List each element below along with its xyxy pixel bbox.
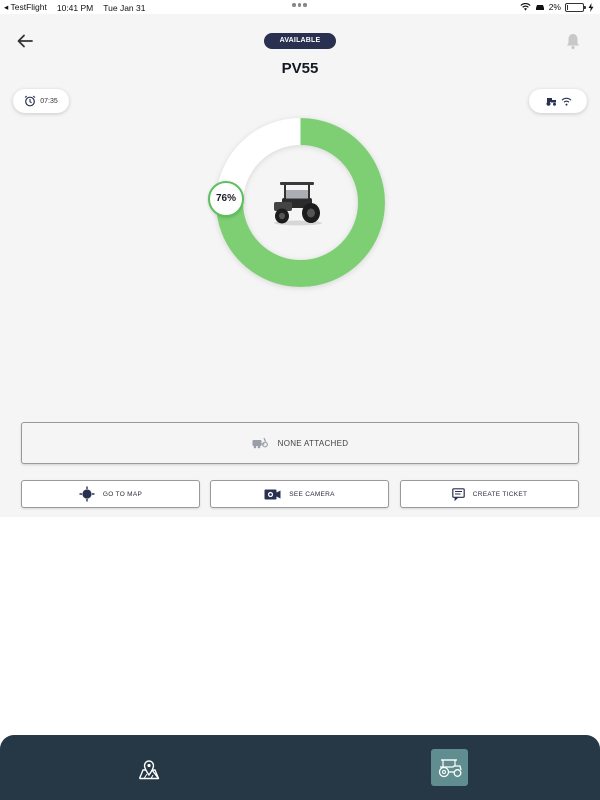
go-to-map-button[interactable]: GO TO MAP (21, 480, 200, 508)
go-to-map-label: GO TO MAP (102, 490, 143, 498)
alarm-clock-icon (24, 95, 36, 107)
multitask-dots-icon[interactable] (292, 3, 307, 7)
bottom-navigation (0, 735, 600, 800)
nav-map-tab[interactable] (137, 757, 161, 781)
battery-fill (567, 4, 568, 10)
timer-chip[interactable]: 07:35 (13, 89, 69, 113)
map-pin-icon (138, 760, 160, 780)
charging-bolt-icon (588, 2, 594, 12)
status-badge: AVAILABLE (264, 33, 336, 49)
vehicle-name: PV55 (281, 60, 319, 77)
vehicle-detail-panel: AVAILABLE PV55 07:35 76% NONE ATTACHED G… (0, 14, 600, 517)
implement-icon (252, 437, 268, 449)
tractor-icon (546, 97, 556, 106)
status-date: Tue Jan 31 (103, 2, 146, 13)
connection-chip[interactable] (529, 89, 587, 113)
nav-fleet-tab[interactable] (431, 749, 468, 786)
implement-attachment-button[interactable]: NONE ATTACHED (21, 422, 579, 464)
battery-icon (565, 2, 586, 12)
create-ticket-label: CREATE TICKET (472, 490, 528, 498)
crosshair-icon (79, 486, 95, 502)
status-time: 10:41 PM (56, 2, 94, 13)
timer-value: 07:35 (40, 97, 58, 105)
wifi-status-icon (520, 3, 531, 11)
notifications-button[interactable] (565, 32, 581, 50)
camera-icon (264, 489, 281, 499)
status-bar: ◂ TestFlight 10:41 PM Tue Jan 31 2% (0, 0, 600, 14)
create-ticket-button[interactable]: CREATE TICKET (400, 480, 579, 508)
see-camera-button[interactable]: SEE CAMERA (210, 480, 389, 508)
car-status-icon (535, 5, 544, 10)
battery-percent: 2% (548, 2, 561, 12)
ticket-icon (451, 487, 465, 501)
implement-label: NONE ATTACHED (277, 438, 349, 448)
bell-icon (567, 34, 579, 50)
tractor-icon (438, 758, 462, 777)
back-button[interactable] (16, 32, 34, 50)
vehicle-image (268, 180, 328, 226)
see-camera-label: SEE CAMERA (289, 490, 335, 498)
arrow-left-icon (17, 34, 33, 48)
charge-percent-badge: 76% (208, 181, 244, 217)
tractor-illustration-icon (274, 182, 322, 226)
wifi-icon (561, 97, 571, 106)
status-app-name: ◂ TestFlight (4, 2, 47, 12)
